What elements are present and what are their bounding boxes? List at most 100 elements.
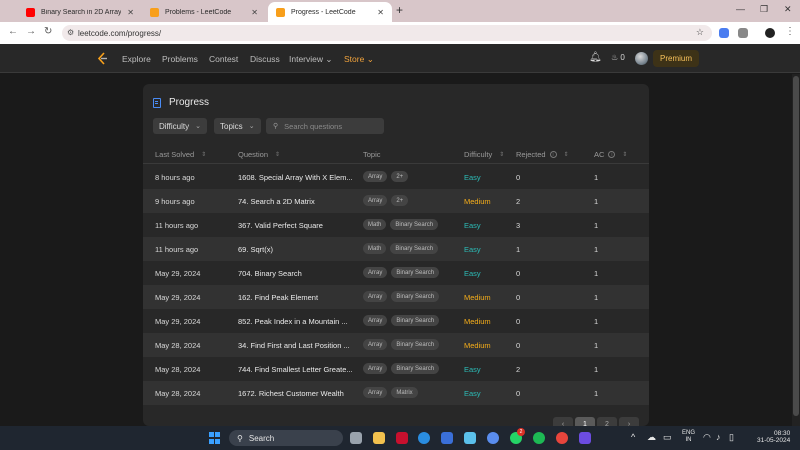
chrome-icon[interactable]	[556, 432, 568, 444]
page-2-button[interactable]: 2	[597, 417, 617, 426]
topic-tag[interactable]: Array	[363, 339, 388, 350]
maximize-icon[interactable]: ❐	[760, 4, 768, 15]
search-input[interactable]	[284, 121, 375, 131]
topic-tag[interactable]: Array	[363, 195, 388, 206]
cloud-icon[interactable]: ☁	[647, 432, 656, 443]
premium-button[interactable]: Premium	[653, 50, 700, 67]
table-row[interactable]: May 29, 2024 704. Binary Search Array Binar…	[143, 261, 649, 285]
topic-tag[interactable]: Array	[363, 363, 388, 374]
nav-discuss[interactable]: Discuss	[250, 54, 280, 64]
forward-icon[interactable]: →	[26, 26, 36, 37]
table-row[interactable]: May 28, 2024 1672. Richest Customer Wealt…	[143, 381, 649, 405]
table-row[interactable]: 11 hours ago 367. Valid Perfect Square Mat…	[143, 213, 649, 237]
topic-tag[interactable]: 2+	[391, 195, 409, 206]
show-hidden-icons-icon[interactable]: ^	[631, 432, 635, 442]
table-row[interactable]: May 28, 2024 34. Find First and Last Posi…	[143, 333, 649, 357]
windows-start-icon[interactable]	[209, 432, 221, 444]
extensions-puzzle-icon[interactable]	[738, 28, 748, 38]
nav-interview[interactable]: Interview ⌄	[289, 54, 333, 65]
topic-tag[interactable]: Array	[363, 387, 388, 398]
url-bar[interactable]: ⚙ leetcode.com/progress/ ☆	[62, 25, 712, 41]
browser-tab-youtube[interactable]: Binary Search in 2D Arrays - Yo ✕	[18, 2, 142, 22]
streak-counter[interactable]: ♨ 0	[611, 53, 625, 62]
extension-icon[interactable]	[719, 28, 729, 38]
task-view-icon[interactable]	[350, 432, 362, 444]
store-icon[interactable]	[441, 432, 453, 444]
topic-tag[interactable]: Binary Search	[390, 219, 439, 230]
prev-page-button[interactable]: ‹	[553, 417, 573, 426]
question-link[interactable]: 1608. Special Array With X Elem...	[238, 173, 353, 182]
topic-tag[interactable]: Math	[363, 219, 387, 230]
topic-tag[interactable]: Binary Search	[391, 291, 440, 302]
notification-bell-icon[interactable]: 🔔︎	[589, 52, 602, 63]
question-link[interactable]: 704. Binary Search	[238, 269, 302, 278]
spotify-icon[interactable]	[533, 432, 545, 444]
question-link[interactable]: 1672. Richest Customer Wealth	[238, 389, 344, 398]
volume-icon[interactable]: ♪	[716, 432, 721, 442]
weather-app-icon[interactable]	[464, 432, 476, 444]
question-link[interactable]: 34. Find First and Last Position ...	[238, 341, 350, 350]
question-link[interactable]: 367. Valid Perfect Square	[238, 221, 323, 230]
topic-tag[interactable]: Math	[363, 243, 387, 254]
close-window-icon[interactable]: ✕	[784, 4, 792, 15]
profile-avatar-icon[interactable]	[765, 28, 775, 38]
leetcode-logo-icon[interactable]	[96, 52, 108, 65]
battery-icon[interactable]: ▯	[729, 432, 734, 443]
file-explorer-icon[interactable]	[373, 432, 385, 444]
next-page-button[interactable]: ›	[619, 417, 639, 426]
topic-tag[interactable]: Array	[363, 315, 388, 326]
bookmark-star-icon[interactable]: ☆	[696, 27, 704, 38]
close-icon[interactable]: ✕	[377, 8, 384, 17]
nav-store[interactable]: Store ⌄	[344, 54, 374, 65]
nav-problems[interactable]: Problems	[162, 54, 198, 64]
question-link[interactable]: 69. Sqrt(x)	[238, 245, 273, 254]
topic-tag[interactable]: Binary Search	[391, 315, 440, 326]
col-last-solved[interactable]: Last Solved ⇕	[155, 150, 206, 159]
topic-tag[interactable]: Array	[363, 171, 388, 182]
difficulty-filter[interactable]: Difficulty ⌄	[153, 118, 207, 134]
pinned-app-icon[interactable]	[487, 432, 499, 444]
topic-tag[interactable]: Array	[363, 267, 388, 278]
topic-tag[interactable]: Binary Search	[391, 363, 440, 374]
col-difficulty[interactable]: Difficulty ⇕	[464, 150, 504, 159]
table-row[interactable]: 11 hours ago 69. Sqrt(x) Math Binary Search…	[143, 237, 649, 261]
table-row[interactable]: May 29, 2024 852. Peak Index in a Mountai…	[143, 309, 649, 333]
user-avatar[interactable]	[635, 52, 648, 65]
topics-filter[interactable]: Topics ⌄	[214, 118, 261, 134]
page-1-button[interactable]: 1	[575, 417, 595, 426]
search-box[interactable]: ⚲	[266, 118, 384, 134]
topic-tag[interactable]: Binary Search	[390, 243, 439, 254]
topic-tag[interactable]: 2+	[391, 171, 409, 182]
system-clock[interactable]: 08:30 31-05-2024	[757, 430, 790, 444]
edge-icon[interactable]	[418, 432, 430, 444]
mcafee-icon[interactable]	[396, 432, 408, 444]
col-rejected[interactable]: Rejected i ⇕	[516, 150, 569, 159]
scrollbar-thumb[interactable]	[793, 76, 799, 416]
nav-contest[interactable]: Contest	[209, 54, 238, 64]
question-link[interactable]: 162. Find Peak Element	[238, 293, 318, 302]
new-tab-button[interactable]: +	[396, 3, 403, 17]
topic-tag[interactable]: Binary Search	[391, 339, 440, 350]
minimize-icon[interactable]: —	[736, 4, 745, 14]
table-row[interactable]: May 28, 2024 744. Find Smallest Letter Gr…	[143, 357, 649, 381]
back-icon[interactable]: ←	[8, 26, 18, 37]
table-row[interactable]: 9 hours ago 74. Search a 2D Matrix Array 2+…	[143, 189, 649, 213]
intellij-icon[interactable]	[579, 432, 591, 444]
browser-tab-problems[interactable]: Problems - LeetCode ✕	[142, 2, 266, 22]
reload-icon[interactable]: ↻	[44, 26, 52, 37]
topic-tag[interactable]: Matrix	[391, 387, 418, 398]
question-link[interactable]: 74. Search a 2D Matrix	[238, 197, 315, 206]
col-question[interactable]: Question ⇕	[238, 150, 280, 159]
browser-tab-progress[interactable]: Progress - LeetCode ✕	[268, 2, 392, 22]
close-icon[interactable]: ✕	[251, 8, 258, 17]
table-row[interactable]: 8 hours ago 1608. Special Array With X El…	[143, 165, 649, 189]
nav-explore[interactable]: Explore	[122, 54, 151, 64]
topic-tag[interactable]: Binary Search	[391, 267, 440, 278]
display-icon[interactable]: ▭	[663, 432, 672, 443]
language-indicator[interactable]: ENG IN	[682, 430, 695, 444]
menu-dots-icon[interactable]: ⋮	[785, 26, 795, 37]
close-icon[interactable]: ✕	[127, 8, 134, 17]
question-link[interactable]: 744. Find Smallest Letter Greate...	[238, 365, 353, 374]
site-info-icon[interactable]: ⚙	[67, 28, 74, 37]
taskbar-search[interactable]: ⚲ Search	[229, 430, 343, 446]
